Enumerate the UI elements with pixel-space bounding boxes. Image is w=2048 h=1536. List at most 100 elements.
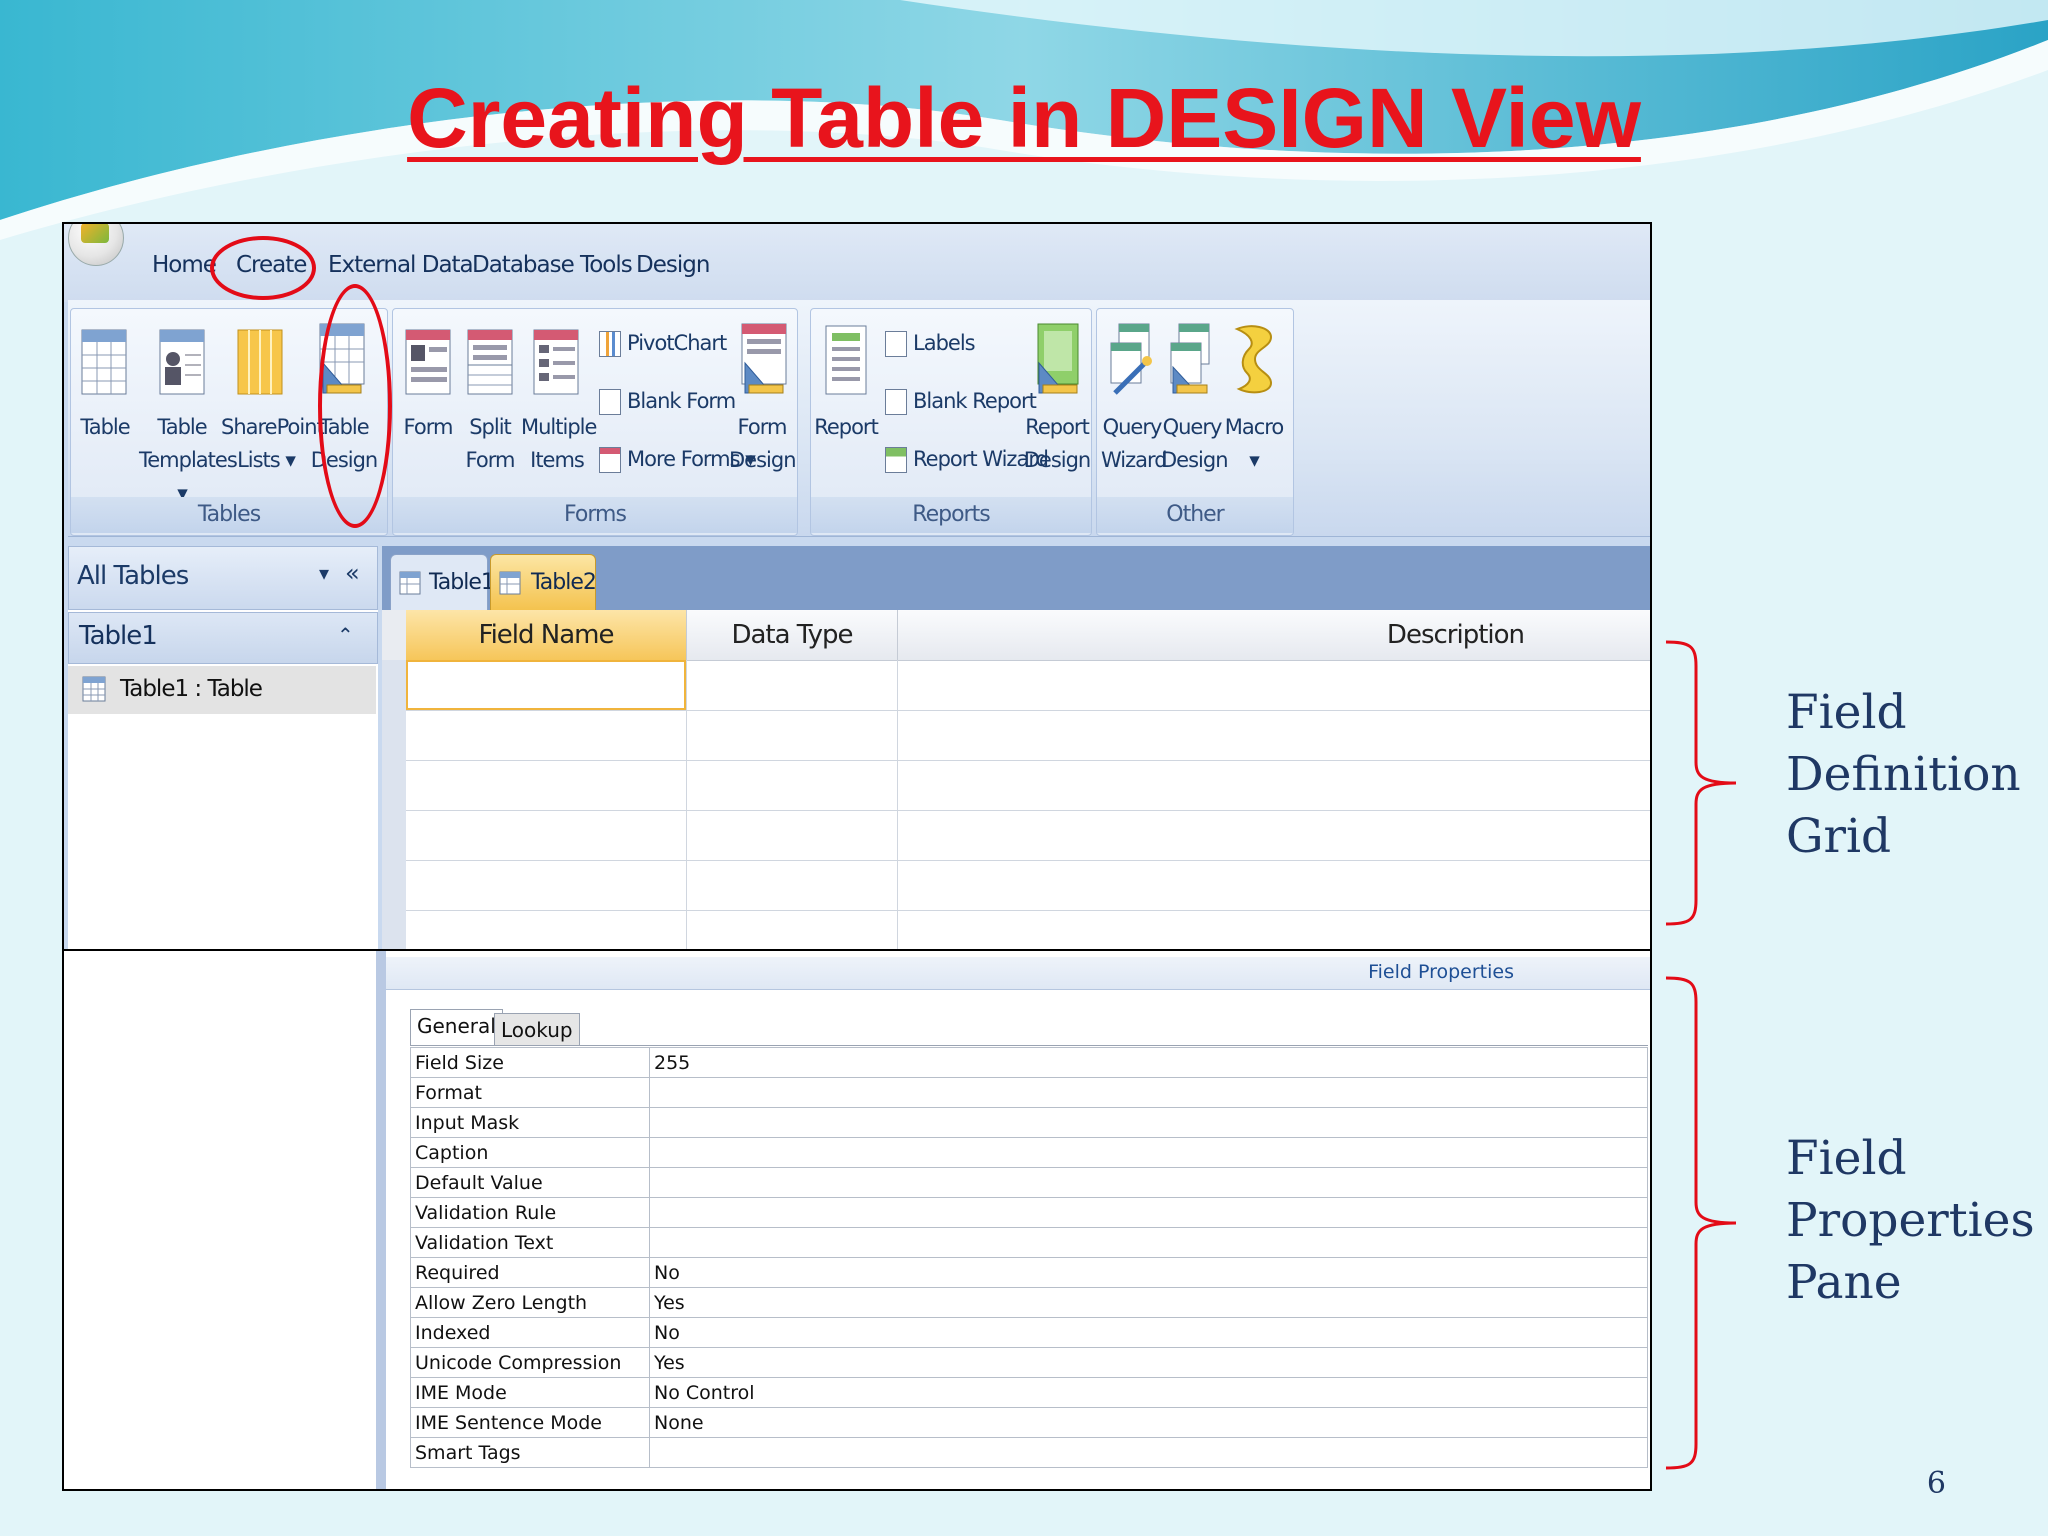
macro-icon: [1234, 325, 1273, 394]
property-row[interactable]: IME Mode No Control: [410, 1377, 1648, 1408]
table-button-label: Table: [80, 415, 130, 439]
dropdown-arrow-icon[interactable]: ▾: [319, 561, 329, 585]
property-value[interactable]: [649, 1197, 1648, 1228]
property-row[interactable]: Unicode Compression Yes: [410, 1347, 1648, 1378]
pivotchart-label: PivotChart: [627, 331, 727, 355]
query-design-button[interactable]: Query Design: [1161, 411, 1229, 477]
report-design-button[interactable]: Report Design: [1023, 411, 1092, 477]
property-name: Indexed: [410, 1317, 650, 1348]
property-value[interactable]: Yes: [649, 1347, 1648, 1378]
property-value[interactable]: [649, 1107, 1648, 1138]
form-design-label-2: Design: [729, 448, 797, 472]
property-value[interactable]: No: [649, 1317, 1648, 1348]
multiple-items-button[interactable]: Multiple Items: [521, 411, 597, 477]
tab-database-tools[interactable]: Database Tools: [472, 252, 633, 278]
sharepoint-lists-button[interactable]: SharePoint Lists ▾: [221, 411, 325, 477]
row-selector-header: [382, 610, 407, 660]
properties-table: Field Size 255 Format Input Mask Caption Defa…: [410, 1047, 1648, 1468]
office-button[interactable]: [68, 224, 124, 266]
property-value[interactable]: 255: [649, 1047, 1648, 1078]
more-forms-icon: [599, 447, 621, 473]
table-templates-button[interactable]: Table Templates ▾: [139, 411, 238, 510]
form-button[interactable]: Form: [393, 411, 463, 444]
blank-area: [64, 951, 376, 1489]
pane-brace: [1665, 976, 1737, 1470]
doc-tab-table1[interactable]: Table1: [390, 554, 495, 611]
property-value[interactable]: [649, 1077, 1648, 1108]
query-wizard-label-1: Query: [1102, 415, 1163, 439]
nav-group-table1[interactable]: Table1 ⌃: [68, 612, 378, 664]
property-row[interactable]: IME Sentence Mode None: [410, 1407, 1648, 1438]
form-design-button[interactable]: Form Design: [729, 411, 797, 477]
collapse-pane-icon[interactable]: «: [345, 559, 360, 587]
multiple-items-label-2: Items: [530, 448, 585, 472]
tab-home[interactable]: Home: [152, 252, 217, 278]
nav-item-table1[interactable]: Table1 : Table: [68, 666, 376, 714]
property-value[interactable]: None: [649, 1407, 1648, 1438]
tab-lookup[interactable]: Lookup: [494, 1013, 580, 1045]
property-value[interactable]: [649, 1137, 1648, 1168]
nav-pane-title: All Tables: [77, 561, 189, 591]
property-row[interactable]: Indexed No: [410, 1317, 1648, 1348]
create-tab-highlight: [210, 236, 316, 300]
table-button[interactable]: Table: [71, 411, 139, 444]
tab-general[interactable]: General: [410, 1009, 503, 1045]
tab-design[interactable]: Design: [636, 252, 710, 278]
ribbon-group-other: Query Wizard Query Design Macro ▾ Other: [1096, 308, 1294, 536]
property-row[interactable]: Input Mask: [410, 1107, 1648, 1138]
property-row[interactable]: Format: [410, 1077, 1648, 1108]
sharepoint-lists-icon: [237, 329, 283, 395]
tab-external-data[interactable]: External Data: [328, 252, 474, 278]
property-value[interactable]: [649, 1437, 1648, 1468]
nav-pane-header[interactable]: All Tables ▾ «: [68, 546, 378, 610]
property-name: IME Sentence Mode: [410, 1407, 650, 1438]
macro-label-2: ▾: [1249, 448, 1260, 472]
slide-title: Creating Table in DESIGN View: [407, 71, 1641, 165]
blank-form-icon: [599, 389, 621, 415]
property-row[interactable]: Allow Zero Length Yes: [410, 1287, 1648, 1318]
nav-item-label: Table1 : Table: [120, 676, 263, 702]
property-value[interactable]: [649, 1167, 1648, 1198]
table-icon: [82, 676, 106, 702]
property-row[interactable]: Validation Text: [410, 1227, 1648, 1258]
data-type-header[interactable]: Data Type: [687, 610, 898, 660]
property-value[interactable]: Yes: [649, 1287, 1648, 1318]
property-name: Default Value: [410, 1167, 650, 1198]
property-value[interactable]: No: [649, 1257, 1648, 1288]
multiple-items-icon: [533, 329, 579, 395]
report-button[interactable]: Report: [811, 411, 881, 444]
pane-annotation-line-2: Properties: [1786, 1193, 2035, 1248]
property-name: Validation Text: [410, 1227, 650, 1258]
pivotchart-button[interactable]: PivotChart: [599, 331, 727, 357]
doc-tab-table2[interactable]: Table2: [490, 554, 597, 611]
property-row[interactable]: Default Value: [410, 1167, 1648, 1198]
field-properties-pane: Field Properties General Lookup Field Si…: [386, 951, 1650, 1489]
blank-report-button[interactable]: Blank Report: [885, 389, 1037, 415]
blank-report-icon: [885, 389, 907, 415]
property-row[interactable]: Smart Tags: [410, 1437, 1648, 1468]
property-row[interactable]: Required No: [410, 1257, 1648, 1288]
property-row[interactable]: Caption: [410, 1137, 1648, 1168]
property-value[interactable]: [649, 1227, 1648, 1258]
access-screenshot: Home Create External Data Database Tools…: [62, 222, 1652, 1491]
grid-row-line: [406, 760, 1650, 761]
properties-tab-strip: General Lookup: [410, 1009, 1648, 1046]
pane-edge: [376, 951, 386, 1489]
field-name-header[interactable]: Field Name: [406, 610, 687, 660]
property-row[interactable]: Field Size 255: [410, 1047, 1648, 1078]
property-name: Format: [410, 1077, 650, 1108]
property-row[interactable]: Validation Rule: [410, 1197, 1648, 1228]
blank-form-button[interactable]: Blank Form: [599, 389, 736, 415]
field-name-cell-active[interactable]: [406, 660, 686, 710]
property-value[interactable]: No Control: [649, 1377, 1648, 1408]
query-wizard-button[interactable]: Query Wizard: [1101, 411, 1168, 477]
labels-button[interactable]: Labels: [885, 331, 976, 357]
split-form-button[interactable]: Split Form: [457, 411, 523, 477]
macro-button[interactable]: Macro ▾: [1221, 411, 1287, 477]
description-header[interactable]: Description: [898, 610, 1648, 660]
grid-row-line: [406, 710, 1650, 711]
macro-label-1: Macro: [1224, 415, 1285, 439]
report-button-label: Report: [814, 415, 879, 439]
labels-icon: [885, 331, 907, 357]
chevron-up-icon[interactable]: ⌃: [337, 623, 354, 647]
